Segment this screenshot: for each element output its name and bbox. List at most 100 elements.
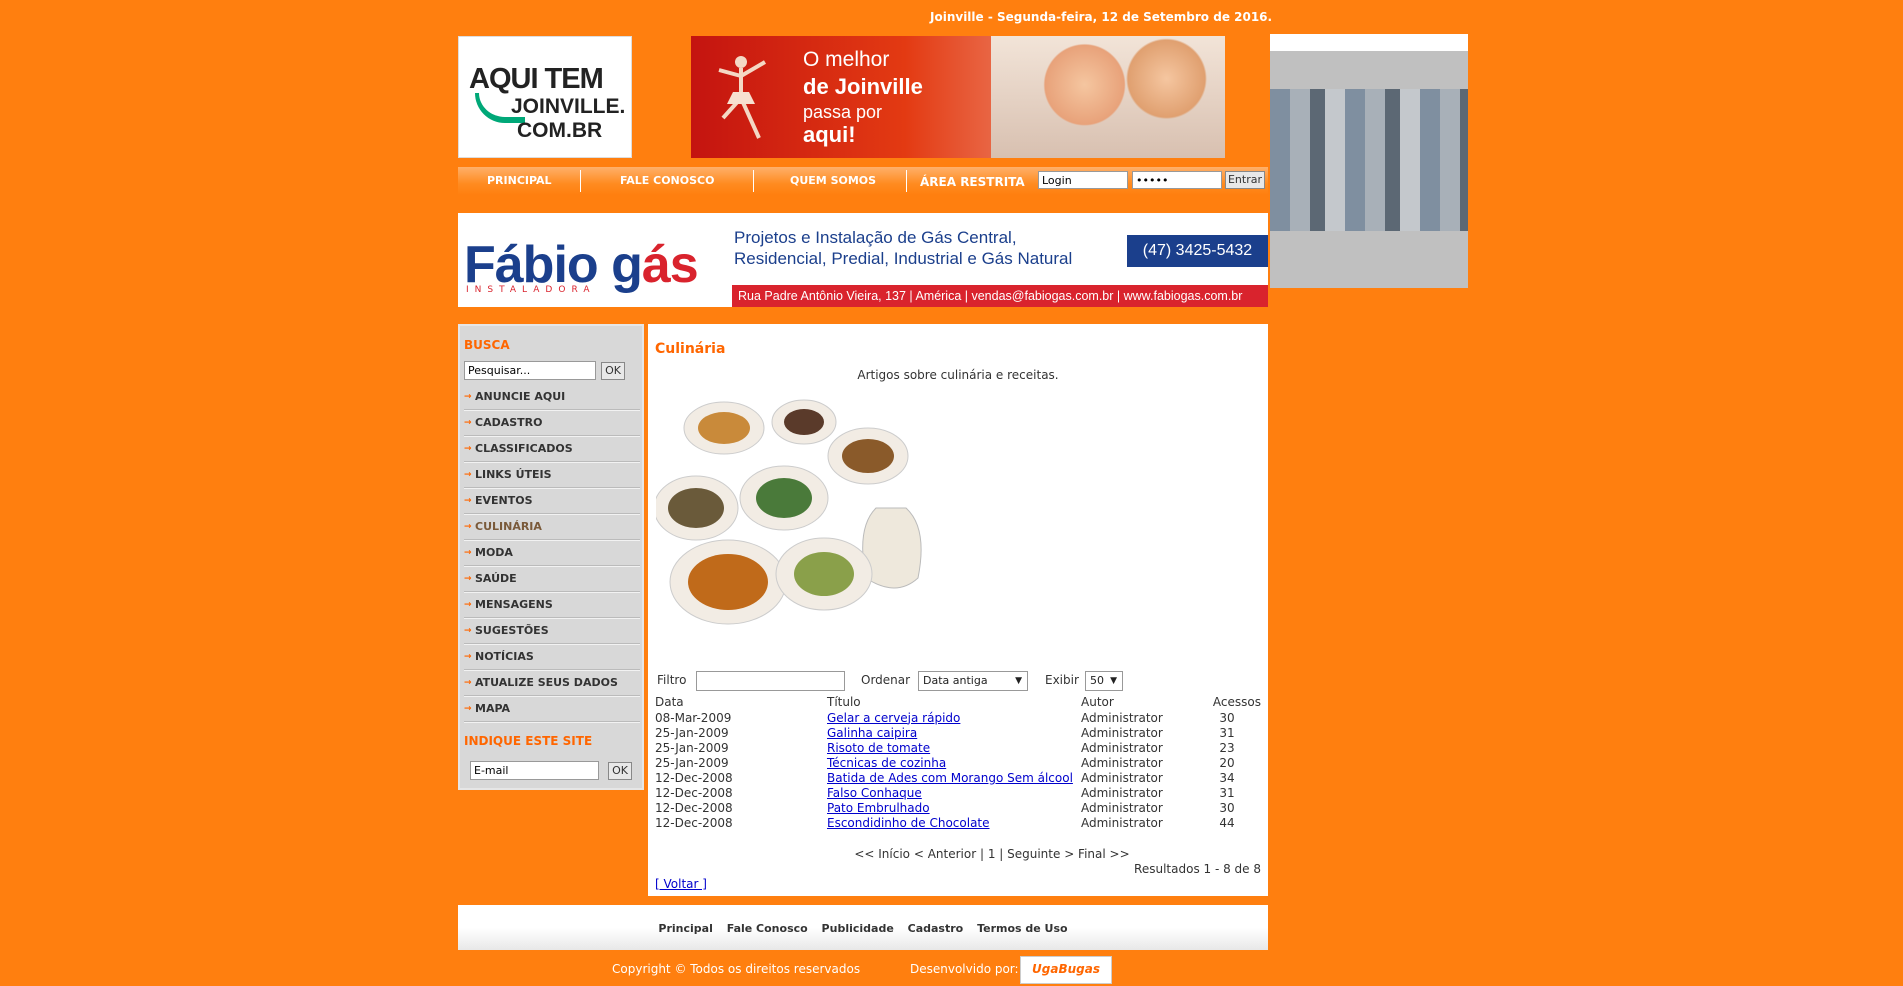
sidebar-menu: ANUNCIE AQUI CADASTRO CLASSIFICADOS LINK… [464,384,640,722]
nav-separator [753,170,754,192]
ad-description-1: Projetos e Instalação de Gás Central, [734,228,1017,247]
password-input[interactable] [1132,171,1222,189]
banner-line-3: passa por [803,102,883,122]
ad-brand-accent: ás [641,236,699,294]
row-author: Administrator [1081,785,1163,800]
row-title-link[interactable]: Técnicas de cozinha [827,756,946,770]
sidebar-item-atualize-seus-dados[interactable]: ATUALIZE SEUS DADOS [464,670,640,696]
column-header-acessos: Acessos [1212,695,1261,709]
login-button[interactable]: Entrar [1225,171,1265,189]
row-hits: 44 [1219,815,1235,830]
sidebar-item-noticias[interactable]: NOTÍCIAS [464,644,640,670]
table-row: 12-Dec-2008 Falso Conhaque Administrator 31 [655,785,1261,800]
sidebar-item-moda[interactable]: MODA [464,540,640,566]
table-row: 25-Jan-2009 Técnicas de cozinha Administra… [655,755,1261,770]
articles-table: Data Título Autor Acessos 08-Mar-2009 Gel… [655,694,1261,830]
table-row: 12-Dec-2008 Batida de Ades com Morango Se… [655,770,1261,785]
filter-input[interactable] [696,671,845,691]
row-date: 12-Dec-2008 [655,770,733,785]
indique-heading: INDIQUE ESTE SITE [464,734,593,748]
row-author: Administrator [1081,740,1163,755]
results-count: Resultados 1 - 8 de 8 [1134,862,1261,876]
row-date: 12-Dec-2008 [655,815,733,830]
back-link[interactable]: [ Voltar ] [655,877,707,891]
sidebar-item-saude[interactable]: SAÚDE [464,566,640,592]
row-hits: 30 [1219,800,1235,815]
sidebar-item-classificados[interactable]: CLASSIFICADOS [464,436,640,462]
sidebar-item-culinaria[interactable]: CULINÁRIA [464,514,640,540]
sidebar-item-mapa[interactable]: MAPA [464,696,640,722]
login-input[interactable] [1038,171,1128,189]
order-select[interactable]: Data antiga ▼ [918,671,1028,691]
developer-logo[interactable]: UgaBugas [1020,956,1112,984]
row-title-link[interactable]: Risoto de tomate [827,741,930,755]
ad-brand-sub: INSTALADORA [466,285,596,295]
footer-link-cadastro[interactable]: Cadastro [908,922,964,935]
logo-line-1: AQUI TEM [469,63,604,95]
row-title-link[interactable]: Falso Conhaque [827,786,922,800]
footer-bar: Principal Fale Conosco Publicidade Cadas… [458,905,1268,950]
row-author: Administrator [1081,800,1163,815]
row-date: 25-Jan-2009 [655,755,729,770]
search-input[interactable] [464,361,596,380]
banner-line-1: O melhor [803,48,890,71]
copyright: Copyright © Todos os direitos reservados [612,962,861,976]
footer-link-principal[interactable]: Principal [658,922,712,935]
row-title-link[interactable]: Galinha caipira [827,726,917,740]
banner-line-4: aqui! [803,122,856,147]
row-hits: 31 [1219,725,1235,740]
chevron-down-icon: ▼ [1110,676,1117,686]
row-date: 08-Mar-2009 [655,710,732,725]
search-ok-button[interactable]: OK [601,362,625,380]
row-hits: 20 [1219,755,1235,770]
sidebar-item-sugestoes[interactable]: SUGESTÕES [464,618,640,644]
email-input[interactable] [470,761,599,780]
show-select[interactable]: 50 ▼ [1085,671,1123,691]
row-author: Administrator [1081,815,1163,830]
pagination[interactable]: << Início < Anterior | 1 | Seguinte > Fi… [648,847,1268,861]
table-row: 12-Dec-2008 Escondidinho de Chocolate Admi… [655,815,1261,830]
row-hits: 23 [1219,740,1235,755]
row-title-link[interactable]: Batida de Ades com Morango Sem álcool [827,771,1073,785]
order-label: Ordenar [861,673,911,687]
show-select-value: 50 [1090,674,1104,687]
show-label: Exibir [1045,673,1079,687]
footer-link-publicidade[interactable]: Publicidade [822,922,894,935]
email-ok-button[interactable]: OK [608,762,632,780]
header-banner[interactable]: O melhor de Joinville passa por aqui! [691,36,1225,158]
side-advertisement[interactable] [1270,34,1468,288]
nav-quem-somos[interactable]: QUEM SOMOS [790,174,876,187]
row-date: 12-Dec-2008 [655,785,733,800]
row-hits: 31 [1219,785,1235,800]
header-date: Joinville - Segunda-feira, 12 de Setembr… [930,10,1273,24]
footer-link-fale-conosco[interactable]: Fale Conosco [727,922,808,935]
table-row: 25-Jan-2009 Risoto de tomate Administrator… [655,740,1261,755]
logo-line-2: JOINVILLE. [511,95,626,118]
row-title-link[interactable]: Gelar a cerveja rápido [827,711,960,725]
site-logo[interactable]: AQUI TEM JOINVILLE. COM.BR [458,36,632,158]
row-author: Administrator [1081,770,1163,785]
sidebar-item-anuncie-aqui[interactable]: ANUNCIE AQUI [464,384,640,410]
sidebar-item-cadastro[interactable]: CADASTRO [464,410,640,436]
footer-links: Principal Fale Conosco Publicidade Cadas… [458,922,1268,935]
row-hits: 30 [1219,710,1235,725]
banner-line-2: de Joinville [803,74,923,99]
search-heading: BUSCA [464,338,510,352]
side-ad-top-strip [1270,34,1468,51]
footer-link-termos-de-uso[interactable]: Termos de Uso [977,922,1068,935]
column-header-titulo: Título [827,695,861,709]
row-title-link[interactable]: Escondidinho de Chocolate [827,816,990,830]
row-hits: 34 [1219,770,1235,785]
ad-phone: (47) 3425-5432 [1127,235,1268,267]
fabio-gas-ad[interactable]: Fábio gás INSTALADORA Projetos e Instala… [458,213,1268,307]
sidebar-item-links-uteis[interactable]: LINKS ÚTEIS [464,462,640,488]
sidebar-item-eventos[interactable]: EVENTOS [464,488,640,514]
sidebar-item-mensagens[interactable]: MENSAGENS [464,592,640,618]
nav-fale-conosco[interactable]: FALE CONOSCO [620,174,714,187]
nav-principal[interactable]: PRINCIPAL [487,174,552,187]
row-author: Administrator [1081,710,1163,725]
ballerina-image [718,56,767,139]
row-title-link[interactable]: Pato Embrulhado [827,801,930,815]
sidebar: BUSCA OK ANUNCIE AQUI CADASTRO CLASSIFIC… [458,324,644,790]
page-title: Culinária [655,341,726,357]
